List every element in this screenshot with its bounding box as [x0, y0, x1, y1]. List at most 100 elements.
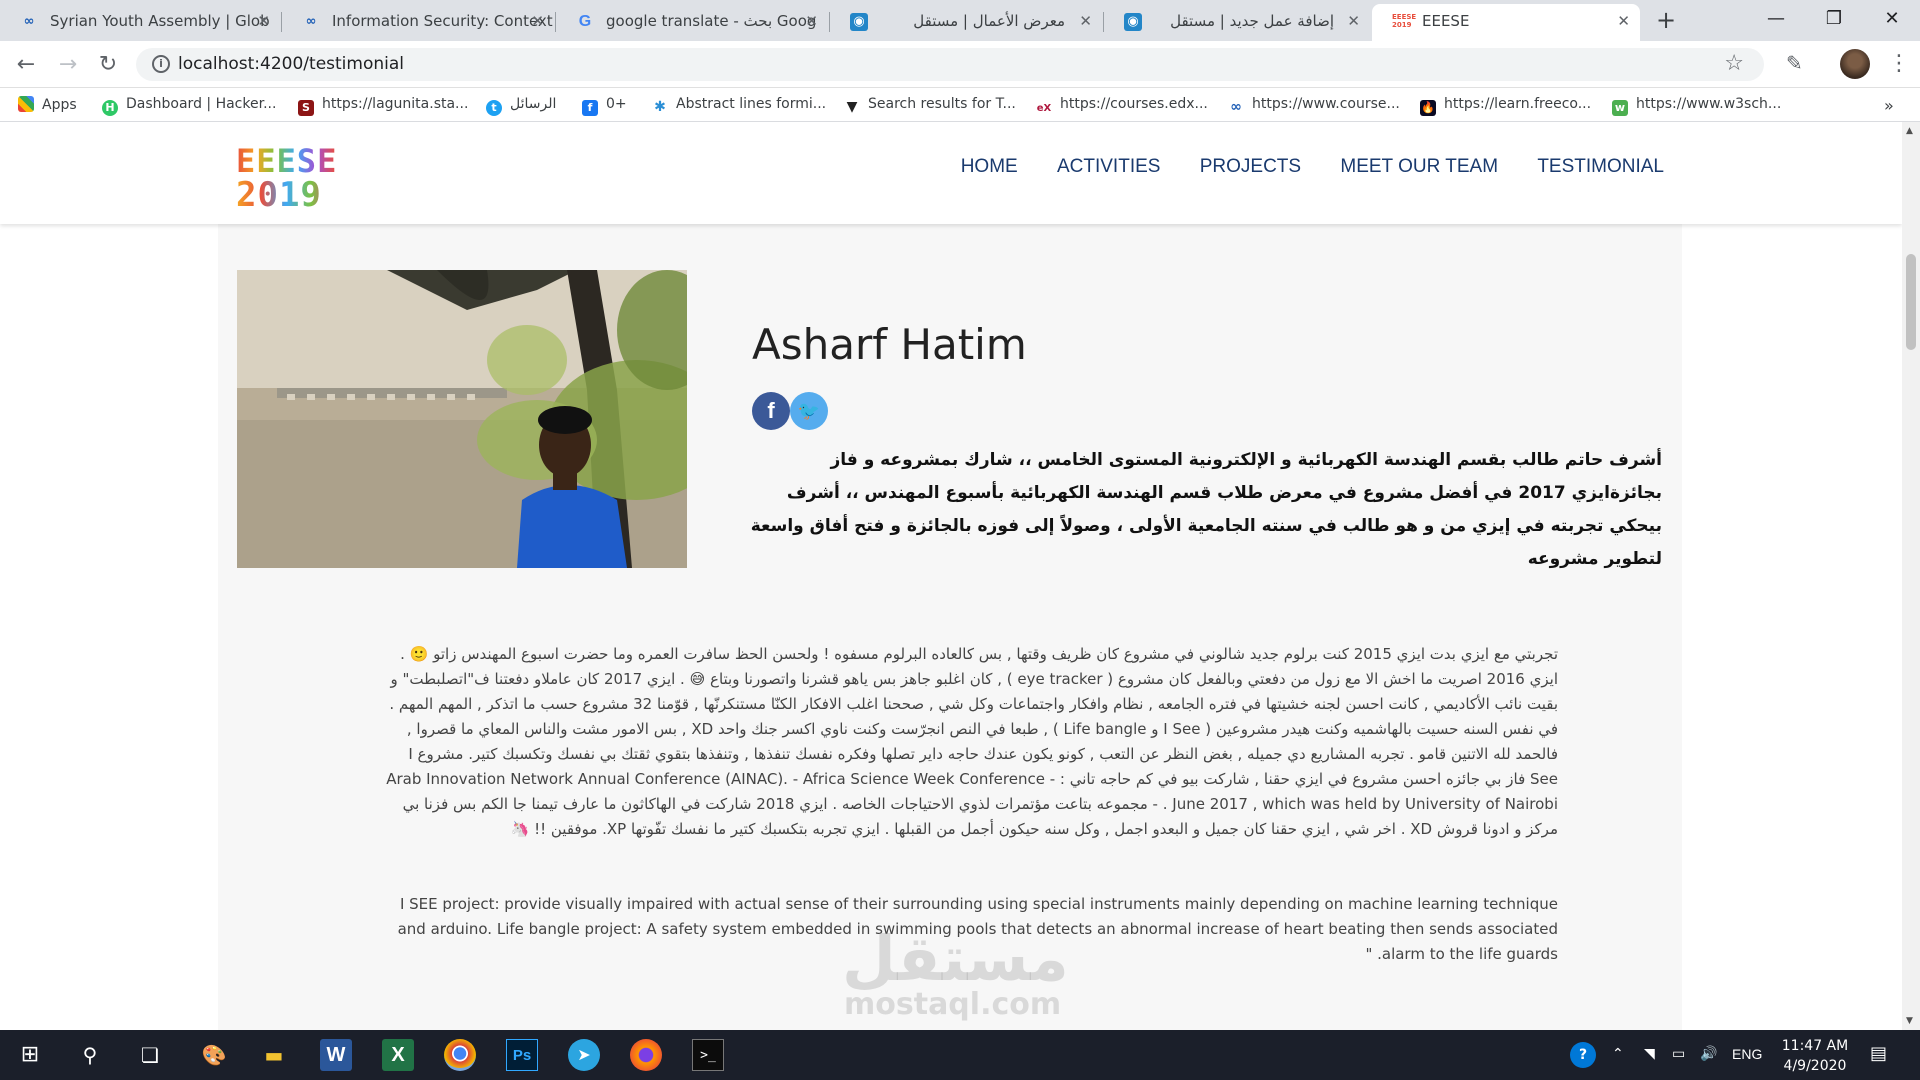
omnibox[interactable]: i localhost:4200/testimonial ☆ — [136, 48, 1764, 81]
mostaql-icon: ◉ — [850, 13, 868, 31]
minimize-button[interactable]: — — [1746, 0, 1806, 41]
scroll-down-arrow-icon[interactable]: ▼ — [1906, 1016, 1913, 1026]
nav-activities[interactable]: ACTIVITIES — [1057, 156, 1160, 177]
avatar[interactable] — [1840, 49, 1870, 79]
close-icon[interactable]: ✕ — [257, 4, 270, 38]
close-icon[interactable]: ✕ — [1617, 4, 1630, 38]
browser-tab[interactable]: ∞ Syrian Youth Assembly | Glob ✕ — [0, 4, 280, 41]
url-text[interactable]: localhost:4200/testimonial — [178, 54, 404, 74]
bookmark-label: 0+ — [606, 96, 627, 112]
browser-tab[interactable]: ◉ معرض الأعمال | مستقل ✕ — [830, 4, 1102, 41]
bookmark-label: الرسائل — [510, 96, 557, 112]
bookmark-item[interactable]: w https://www.w3sch... — [1612, 96, 1781, 116]
nav-home[interactable]: HOME — [961, 156, 1018, 177]
bookmark-item[interactable]: ✱ Abstract lines formi... — [652, 96, 826, 115]
facebook-icon[interactable]: f — [752, 392, 790, 430]
paint-icon[interactable]: 🎨 — [198, 1039, 230, 1071]
close-icon[interactable]: ✕ — [531, 4, 544, 38]
logo-line2: 2019 — [236, 178, 336, 212]
w3schools-icon: w — [1612, 100, 1628, 116]
twitter-icon[interactable]: 🐦 — [790, 392, 828, 430]
reload-button[interactable]: ↻ — [96, 52, 120, 77]
spider-icon: ✱ — [652, 99, 668, 115]
photoshop-icon[interactable]: Ps — [506, 1039, 538, 1071]
testimonial-story-arabic: تجربتي مع ايزي بدت ايزي 2015 كنت برلوم ج… — [386, 645, 1558, 838]
notification-icon[interactable]: ▤ — [1870, 1043, 1887, 1064]
bookmark-label: Dashboard | Hacker... — [126, 96, 277, 112]
file-explorer-icon[interactable]: ▬ — [258, 1039, 290, 1071]
forward-button[interactable]: → — [56, 52, 80, 77]
nav-projects[interactable]: PROJECTS — [1200, 156, 1301, 177]
scroll-up-arrow-icon[interactable]: ▲ — [1906, 126, 1913, 136]
back-button[interactable]: ← — [14, 52, 38, 77]
chrome-icon[interactable] — [444, 1039, 476, 1071]
site-navbar: EEESE 2019 HOME ACTIVITIES PROJECTS MEET… — [0, 122, 1902, 224]
help-icon[interactable]: ? — [1570, 1042, 1596, 1068]
bookmark-item[interactable]: eX https://courses.edx... — [1036, 96, 1208, 117]
browser-tab[interactable]: ◉ إضافة عمل جديد | مستقل ✕ — [1104, 4, 1370, 41]
bookmark-item[interactable]: ∞ https://www.course... — [1228, 96, 1400, 115]
testimonial-name: Asharf Hatim — [752, 320, 1027, 369]
scrollbar-thumb[interactable] — [1906, 254, 1916, 350]
word-icon[interactable]: W — [320, 1039, 352, 1071]
close-icon[interactable]: ✕ — [805, 4, 818, 38]
page-scrollbar[interactable]: ▲ ▼ — [1902, 122, 1920, 1030]
stanford-icon: S — [298, 100, 314, 116]
bookmark-item[interactable]: ▼ Search results for T... — [844, 96, 1016, 115]
browser-tab-strip: ∞ Syrian Youth Assembly | Glob ✕ ∞ Infor… — [0, 0, 1920, 41]
tray-chevron-up-icon[interactable]: ⌃ — [1612, 1046, 1624, 1062]
bookmark-label: https://www.w3sch... — [1636, 96, 1782, 112]
bookmark-label: https://courses.edx... — [1060, 96, 1208, 112]
menu-kebab-icon[interactable]: ⋮ — [1888, 51, 1910, 76]
volume-icon[interactable]: 🔊 — [1700, 1046, 1717, 1062]
bookmark-item[interactable]: 🔥 https://learn.freeco... — [1420, 96, 1591, 116]
nav-meet-our-team[interactable]: MEET OUR TEAM — [1340, 156, 1498, 177]
eeese-icon: EEESE 2019 — [1392, 13, 1417, 29]
tab-title: Information Security: Context — [332, 12, 553, 30]
language-indicator[interactable]: ENG — [1732, 1046, 1762, 1062]
tab-title: إضافة عمل جديد | مستقل — [1170, 12, 1334, 30]
mostaql-icon: ◉ — [1124, 13, 1142, 31]
search-icon[interactable]: ⚲ — [74, 1039, 106, 1071]
bookmark-item[interactable]: H Dashboard | Hacker... — [102, 96, 276, 116]
tab-title: معرض الأعمال | مستقل — [913, 12, 1065, 30]
battery-icon[interactable]: ▭ — [1672, 1046, 1685, 1062]
nav-testimonial[interactable]: TESTIMONIAL — [1537, 156, 1664, 177]
tab-title: google translate - بحث Goog — [606, 12, 817, 30]
info-icon[interactable]: i — [152, 55, 170, 73]
extension-eyedropper-icon[interactable]: ✎ — [1786, 51, 1803, 75]
restore-button[interactable]: ❐ — [1804, 0, 1864, 41]
vectorstock-icon: ▼ — [844, 99, 860, 115]
bookmark-item[interactable]: Apps — [18, 96, 77, 113]
site-logo[interactable]: EEESE 2019 — [236, 144, 336, 214]
network-icon[interactable]: ◥ — [1644, 1046, 1655, 1062]
terminal-icon[interactable]: >_ — [692, 1039, 724, 1071]
system-clock[interactable]: 11:47 AM 4/9/2020 — [1772, 1036, 1858, 1076]
telegram-icon[interactable]: ➤ — [568, 1039, 600, 1071]
close-window-button[interactable]: ✕ — [1862, 0, 1920, 41]
firefox-icon[interactable] — [630, 1039, 662, 1071]
close-icon[interactable]: ✕ — [1347, 4, 1360, 38]
bookmark-item[interactable]: t الرسائل — [486, 96, 556, 116]
google-icon: G — [578, 13, 592, 30]
bookmark-item[interactable]: f 0+ — [582, 96, 627, 116]
close-icon[interactable]: ✕ — [1079, 4, 1092, 38]
address-bar-row: ← → ↻ i localhost:4200/testimonial ☆ ✎ ⋮ — [0, 41, 1920, 88]
watermark-line1: مستقل — [842, 922, 1069, 995]
windows-start-icon[interactable]: ⊞ — [14, 1039, 46, 1071]
bookmark-star-icon[interactable]: ☆ — [1724, 51, 1744, 76]
excel-icon[interactable]: X — [382, 1039, 414, 1071]
browser-tab-active[interactable]: EEESE 2019 EEESE ✕ — [1372, 4, 1640, 41]
clock-time: 11:47 AM — [1781, 1038, 1849, 1054]
browser-tab[interactable]: ∞ Information Security: Context ✕ — [282, 4, 554, 41]
page-viewport: EEESE 2019 HOME ACTIVITIES PROJECTS MEET… — [0, 122, 1902, 1030]
bookmark-item[interactable]: Shttps://lagunita.sta... — [298, 96, 468, 116]
new-tab-button[interactable]: + — [1656, 6, 1676, 34]
tab-title: EEESE — [1422, 12, 1470, 30]
watermark-line2: mostaql.com — [844, 987, 1062, 1022]
task-view-icon[interactable]: ❏ — [134, 1039, 166, 1071]
freecodecamp-icon: 🔥 — [1420, 100, 1436, 116]
bookmarks-overflow-icon[interactable]: » — [1884, 96, 1894, 115]
browser-tab[interactable]: G google translate - بحث Goog ✕ — [556, 4, 828, 41]
bookmarks-bar: Apps H Dashboard | Hacker... Shttps://lag… — [0, 88, 1920, 122]
